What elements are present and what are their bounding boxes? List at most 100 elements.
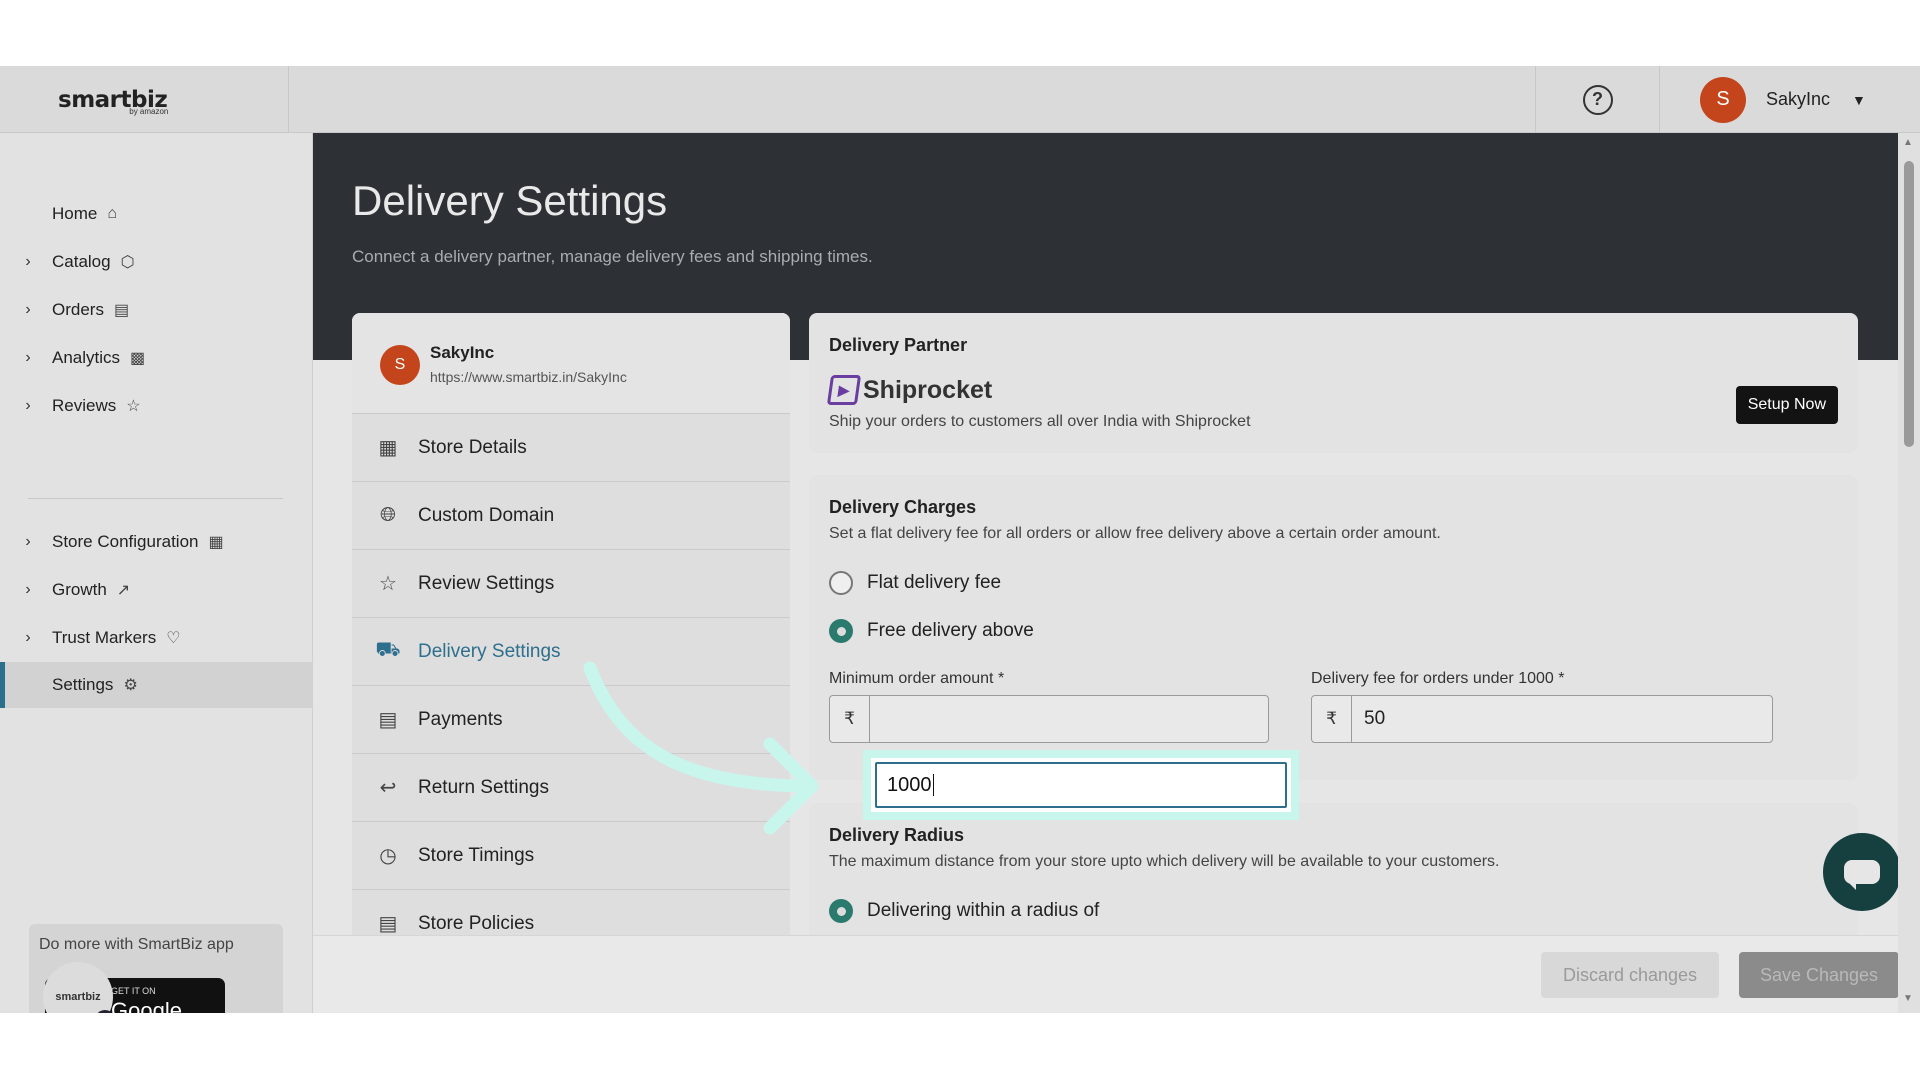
- shiprocket-logo: ▶ Shiprocket: [826, 375, 993, 405]
- store-avatar: S: [380, 345, 420, 385]
- logo[interactable]: smartbiz by amazon: [0, 66, 289, 133]
- settings-item-label: Custom Domain: [418, 504, 555, 526]
- card-title: Delivery Partner: [829, 335, 968, 355]
- return-icon: ↩: [379, 777, 397, 799]
- discard-changes-button[interactable]: Discard changes: [1541, 952, 1719, 998]
- radio-button[interactable]: [829, 571, 853, 595]
- sidebar-item-trust-markers[interactable]: › Trust Markers ♡: [0, 615, 313, 661]
- chevron-right-icon: ›: [25, 349, 31, 366]
- min-order-label: Minimum order amount *: [829, 670, 1005, 687]
- settings-item-label: Store Policies: [418, 912, 535, 934]
- star-icon: ☆: [379, 573, 397, 595]
- sidebar-item-label: Store Configuration: [52, 532, 199, 551]
- chevron-right-icon: ›: [25, 581, 31, 598]
- delivery-partner-card: Delivery Partner ▶ Shiprocket Ship your …: [809, 313, 1858, 453]
- settings-item-label: Store Timings: [418, 844, 535, 866]
- shiprocket-icon: ▶: [826, 375, 862, 405]
- partner-description: Ship your orders to customers all over I…: [829, 413, 1251, 430]
- payment-icon: ▤: [378, 709, 398, 731]
- divider: [28, 498, 283, 499]
- settings-item-label: Store Details: [418, 436, 527, 458]
- chevron-right-icon: ›: [25, 629, 31, 646]
- sidebar-item-label: Catalog: [52, 252, 111, 271]
- settings-item-review-settings[interactable]: ☆ Review Settings: [352, 549, 790, 617]
- store-icon: ▦: [208, 534, 224, 551]
- store-icon: ▦: [378, 437, 398, 459]
- radio-free-above[interactable]: Free delivery above: [829, 619, 1034, 643]
- min-order-value: 1000: [887, 773, 932, 796]
- text-caret: [932, 774, 934, 796]
- sidebar-item-label: Reviews: [52, 396, 117, 415]
- radio-delivery-radius[interactable]: Delivering within a radius of: [829, 899, 1099, 923]
- gplay-big-text: Google Play: [111, 998, 182, 1013]
- store-url[interactable]: https://www.smartbiz.in/SakyInc: [430, 369, 627, 385]
- gplay-small-text: GET IT ON: [111, 986, 156, 996]
- chat-button[interactable]: [1823, 833, 1901, 911]
- sidebar-item-reviews[interactable]: › Reviews ☆: [0, 383, 313, 429]
- scroll-up-icon[interactable]: ▲: [1903, 137, 1913, 148]
- delivery-fee-field[interactable]: ₹ 50: [1311, 695, 1773, 743]
- settings-item-store-details[interactable]: ▦ Store Details: [352, 413, 790, 481]
- sidebar-item-settings[interactable]: Settings ⚙: [0, 662, 313, 708]
- partner-name: Shiprocket: [863, 375, 993, 404]
- tutorial-arrow-icon: [583, 661, 819, 835]
- chevron-right-icon: ›: [25, 253, 31, 270]
- radio-button-selected[interactable]: [829, 619, 853, 643]
- gear-icon: ⚙: [123, 677, 138, 694]
- sidebar-item-store-configuration[interactable]: › Store Configuration ▦: [0, 519, 313, 565]
- sidebar-item-label: Growth: [52, 580, 107, 599]
- sidebar-item-home[interactable]: Home ⌂: [0, 191, 313, 237]
- radio-label: Delivering within a radius of: [867, 900, 1100, 921]
- delivery-fee-label: Delivery fee for orders under 1000 *: [1311, 670, 1565, 687]
- settings-item-label: Payments: [418, 708, 503, 730]
- chevron-right-icon: ›: [25, 301, 31, 318]
- sidebar-item-label: Analytics: [52, 348, 121, 367]
- radio-flat-fee[interactable]: Flat delivery fee: [829, 571, 1001, 595]
- delivery-fee-value: 50: [1364, 708, 1386, 729]
- scrollbar[interactable]: ▲ ▼: [1898, 133, 1920, 1013]
- settings-item-label: Review Settings: [418, 572, 555, 594]
- top-bar: smartbiz by amazon ? S SakyInc ▼: [0, 66, 1920, 133]
- card-description: Set a flat delivery fee for all orders o…: [829, 525, 1441, 542]
- page-subtitle: Connect a delivery partner, manage deliv…: [352, 247, 873, 266]
- card-title: Delivery Radius: [829, 825, 965, 845]
- settings-item-custom-domain[interactable]: 🌐︎ Custom Domain: [352, 481, 790, 549]
- setup-now-button[interactable]: Setup Now: [1735, 386, 1838, 424]
- sidebar-item-growth[interactable]: › Growth ↗: [0, 567, 313, 613]
- user-menu[interactable]: S SakyInc ▼: [1700, 66, 1866, 133]
- rupee-icon: ₹: [830, 696, 870, 742]
- bar-chart-icon: ▩: [130, 350, 146, 367]
- radio-label: Free delivery above: [867, 620, 1034, 641]
- truck-icon: ⛟: [375, 639, 401, 661]
- scroll-thumb[interactable]: [1904, 161, 1914, 447]
- highlight-box: 1000: [863, 750, 1299, 820]
- badge-heart-icon: ♡: [166, 630, 181, 647]
- trend-icon: ↗: [116, 582, 131, 599]
- scroll-down-icon[interactable]: ▼: [1903, 993, 1913, 1004]
- chevron-right-icon: ›: [25, 397, 31, 414]
- settings-item-label: Delivery Settings: [418, 640, 561, 662]
- box-icon: ⬡: [120, 254, 135, 271]
- sidebar-item-analytics[interactable]: › Analytics ▩: [0, 335, 313, 381]
- sidebar: Home ⌂ › Catalog ⬡ › Orders ▤ › Analytic…: [0, 133, 313, 1013]
- clipboard-icon: ▤: [113, 302, 130, 319]
- sidebar-item-orders[interactable]: › Orders ▤: [0, 287, 313, 333]
- chevron-down-icon: ▼: [1852, 91, 1866, 108]
- radio-button-selected[interactable]: [829, 899, 853, 923]
- sidebar-item-label: Orders: [52, 300, 104, 319]
- sidebar-item-catalog[interactable]: › Catalog ⬡: [0, 239, 313, 285]
- save-changes-button[interactable]: Save Changes: [1739, 952, 1899, 998]
- settings-item-label: Return Settings: [418, 776, 549, 798]
- sidebar-item-label: Settings: [52, 675, 114, 694]
- user-name: SakyInc: [1766, 89, 1831, 109]
- globe-icon: 🌐︎: [380, 504, 396, 526]
- card-title: Delivery Charges: [829, 497, 977, 517]
- help-button[interactable]: ?: [1535, 66, 1660, 133]
- store-header: S SakyInc https://www.smartbiz.in/SakyIn…: [352, 313, 790, 413]
- delivery-charges-card: Delivery Charges Set a flat delivery fee…: [809, 475, 1858, 780]
- min-order-field[interactable]: ₹: [829, 695, 1269, 743]
- policy-icon: ▤: [378, 913, 398, 935]
- min-order-input[interactable]: 1000: [875, 762, 1287, 808]
- app-badge[interactable]: smartbiz: [43, 962, 113, 1013]
- chat-icon: [1844, 860, 1880, 890]
